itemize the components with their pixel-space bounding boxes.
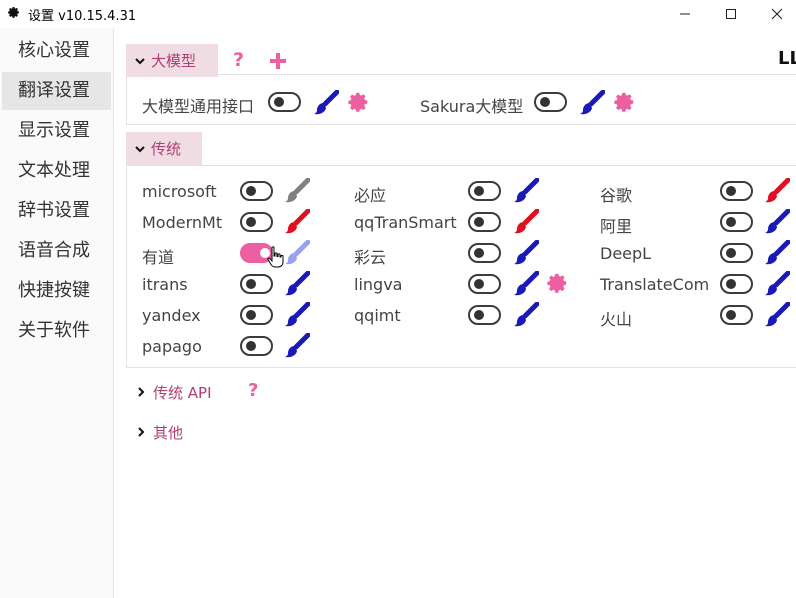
engine-label: 有道 bbox=[142, 248, 175, 267]
llm-help-icon[interactable]: ? bbox=[233, 49, 244, 71]
other-section-label: 其他 bbox=[153, 423, 184, 442]
brush-icon[interactable] bbox=[284, 333, 310, 359]
traditional-section-header[interactable]: 传统 bbox=[126, 132, 202, 165]
chevron-down-icon bbox=[135, 145, 145, 152]
brush-icon[interactable] bbox=[284, 209, 310, 235]
add-icon[interactable] bbox=[269, 52, 287, 70]
engine-toggle[interactable] bbox=[720, 181, 753, 201]
brush-icon[interactable] bbox=[513, 178, 539, 204]
engine-label: 彩云 bbox=[354, 248, 387, 267]
engine-label: DeepL bbox=[600, 244, 652, 263]
engine-toggle[interactable] bbox=[240, 336, 273, 356]
engine-toggle[interactable] bbox=[240, 274, 273, 294]
chevron-right-icon bbox=[138, 387, 145, 397]
main-panel: 大模型 ? LL 大模型通用接口 Sakura大模型 传统 传统 API ? 其… bbox=[114, 28, 796, 598]
gear-icon[interactable] bbox=[614, 91, 636, 113]
llm-item-label: 大模型通用接口 bbox=[142, 97, 255, 116]
engine-label: papago bbox=[142, 337, 202, 356]
brush-icon[interactable] bbox=[284, 302, 310, 328]
chevron-right-icon bbox=[138, 427, 145, 437]
engine-toggle[interactable] bbox=[240, 305, 273, 325]
engine-label: 阿里 bbox=[600, 217, 633, 236]
sakura-toggle[interactable] bbox=[534, 92, 567, 112]
brush-icon[interactable] bbox=[764, 209, 790, 235]
chevron-down-icon bbox=[135, 57, 145, 64]
hand-cursor-icon bbox=[267, 246, 284, 268]
close-button[interactable] bbox=[754, 0, 796, 28]
sidebar-item-display-settings[interactable]: 显示设置 bbox=[2, 112, 111, 150]
engine-label: 火山 bbox=[600, 310, 633, 329]
brush-icon[interactable] bbox=[284, 240, 310, 266]
engine-toggle[interactable] bbox=[720, 243, 753, 263]
engine-toggle[interactable] bbox=[468, 305, 501, 325]
engine-label: ModernMt bbox=[142, 213, 223, 232]
sidebar-item-about[interactable]: 关于软件 bbox=[2, 312, 111, 350]
sidebar-item-dictionary-settings[interactable]: 辞书设置 bbox=[2, 192, 111, 230]
engine-label: itrans bbox=[142, 275, 188, 294]
gear-icon[interactable] bbox=[348, 91, 370, 113]
minimize-button[interactable] bbox=[662, 0, 708, 28]
engine-label: microsoft bbox=[142, 182, 217, 201]
close-icon bbox=[771, 8, 783, 20]
brush-icon[interactable] bbox=[579, 90, 605, 116]
gear-icon bbox=[8, 7, 19, 18]
minimize-icon bbox=[680, 13, 690, 15]
window-title: 设置 v10.15.4.31 bbox=[28, 9, 137, 24]
brush-icon[interactable] bbox=[513, 271, 539, 297]
brush-icon[interactable] bbox=[313, 90, 339, 116]
brush-icon[interactable] bbox=[513, 209, 539, 235]
sidebar-item-speech-synthesis[interactable]: 语音合成 bbox=[2, 232, 111, 270]
traditional-api-section-header[interactable]: 传统 API bbox=[135, 380, 212, 404]
brush-icon[interactable] bbox=[513, 302, 539, 328]
traditional-section-body bbox=[126, 165, 796, 368]
engine-toggle[interactable] bbox=[468, 181, 501, 201]
engine-toggle[interactable] bbox=[468, 212, 501, 232]
brush-icon[interactable] bbox=[764, 240, 790, 266]
brush-icon[interactable] bbox=[513, 240, 539, 266]
llm-generic-toggle[interactable] bbox=[268, 92, 301, 112]
maximize-button[interactable] bbox=[708, 0, 754, 28]
llm-section-header[interactable]: 大模型 bbox=[126, 44, 218, 77]
engine-label: qqimt bbox=[354, 306, 401, 325]
traditional-section-label: 传统 bbox=[151, 140, 182, 158]
title-bar: 设置 v10.15.4.31 bbox=[0, 0, 796, 28]
engine-toggle[interactable] bbox=[240, 212, 273, 232]
engine-label: lingva bbox=[354, 275, 403, 294]
engine-label: TranslateCom bbox=[600, 275, 710, 294]
engine-toggle[interactable] bbox=[720, 274, 753, 294]
gear-icon[interactable] bbox=[547, 272, 569, 294]
other-section-header[interactable]: 其他 bbox=[135, 420, 183, 444]
brush-icon[interactable] bbox=[764, 271, 790, 297]
engine-label: 谷歌 bbox=[600, 186, 633, 205]
sidebar-item-text-processing[interactable]: 文本处理 bbox=[2, 152, 111, 190]
brush-icon[interactable] bbox=[764, 302, 790, 328]
llm-item-label: Sakura大模型 bbox=[420, 97, 524, 116]
truncated-header-text: LL bbox=[778, 48, 796, 69]
llm-section-label: 大模型 bbox=[151, 52, 197, 70]
engine-label: yandex bbox=[142, 306, 201, 325]
sidebar-item-translation-settings[interactable]: 翻译设置 bbox=[2, 72, 111, 110]
traditional-api-help-icon[interactable]: ? bbox=[248, 380, 258, 401]
sidebar-item-core-settings[interactable]: 核心设置 bbox=[2, 32, 111, 70]
engine-label: qqTranSmart bbox=[354, 213, 457, 232]
sidebar: 核心设置 翻译设置 显示设置 文本处理 辞书设置 语音合成 快捷按键 关于软件 bbox=[0, 28, 114, 598]
sidebar-item-hotkeys[interactable]: 快捷按键 bbox=[2, 272, 111, 310]
brush-icon[interactable] bbox=[764, 178, 790, 204]
brush-icon[interactable] bbox=[284, 178, 310, 204]
engine-toggle[interactable] bbox=[468, 243, 501, 263]
traditional-api-label: 传统 API bbox=[153, 383, 212, 402]
engine-toggle[interactable] bbox=[720, 212, 753, 232]
engine-toggle[interactable] bbox=[720, 305, 753, 325]
engine-toggle[interactable] bbox=[240, 181, 273, 201]
engine-label: 必应 bbox=[354, 186, 387, 205]
engine-toggle[interactable] bbox=[468, 274, 501, 294]
maximize-icon bbox=[726, 9, 736, 19]
brush-icon[interactable] bbox=[284, 271, 310, 297]
